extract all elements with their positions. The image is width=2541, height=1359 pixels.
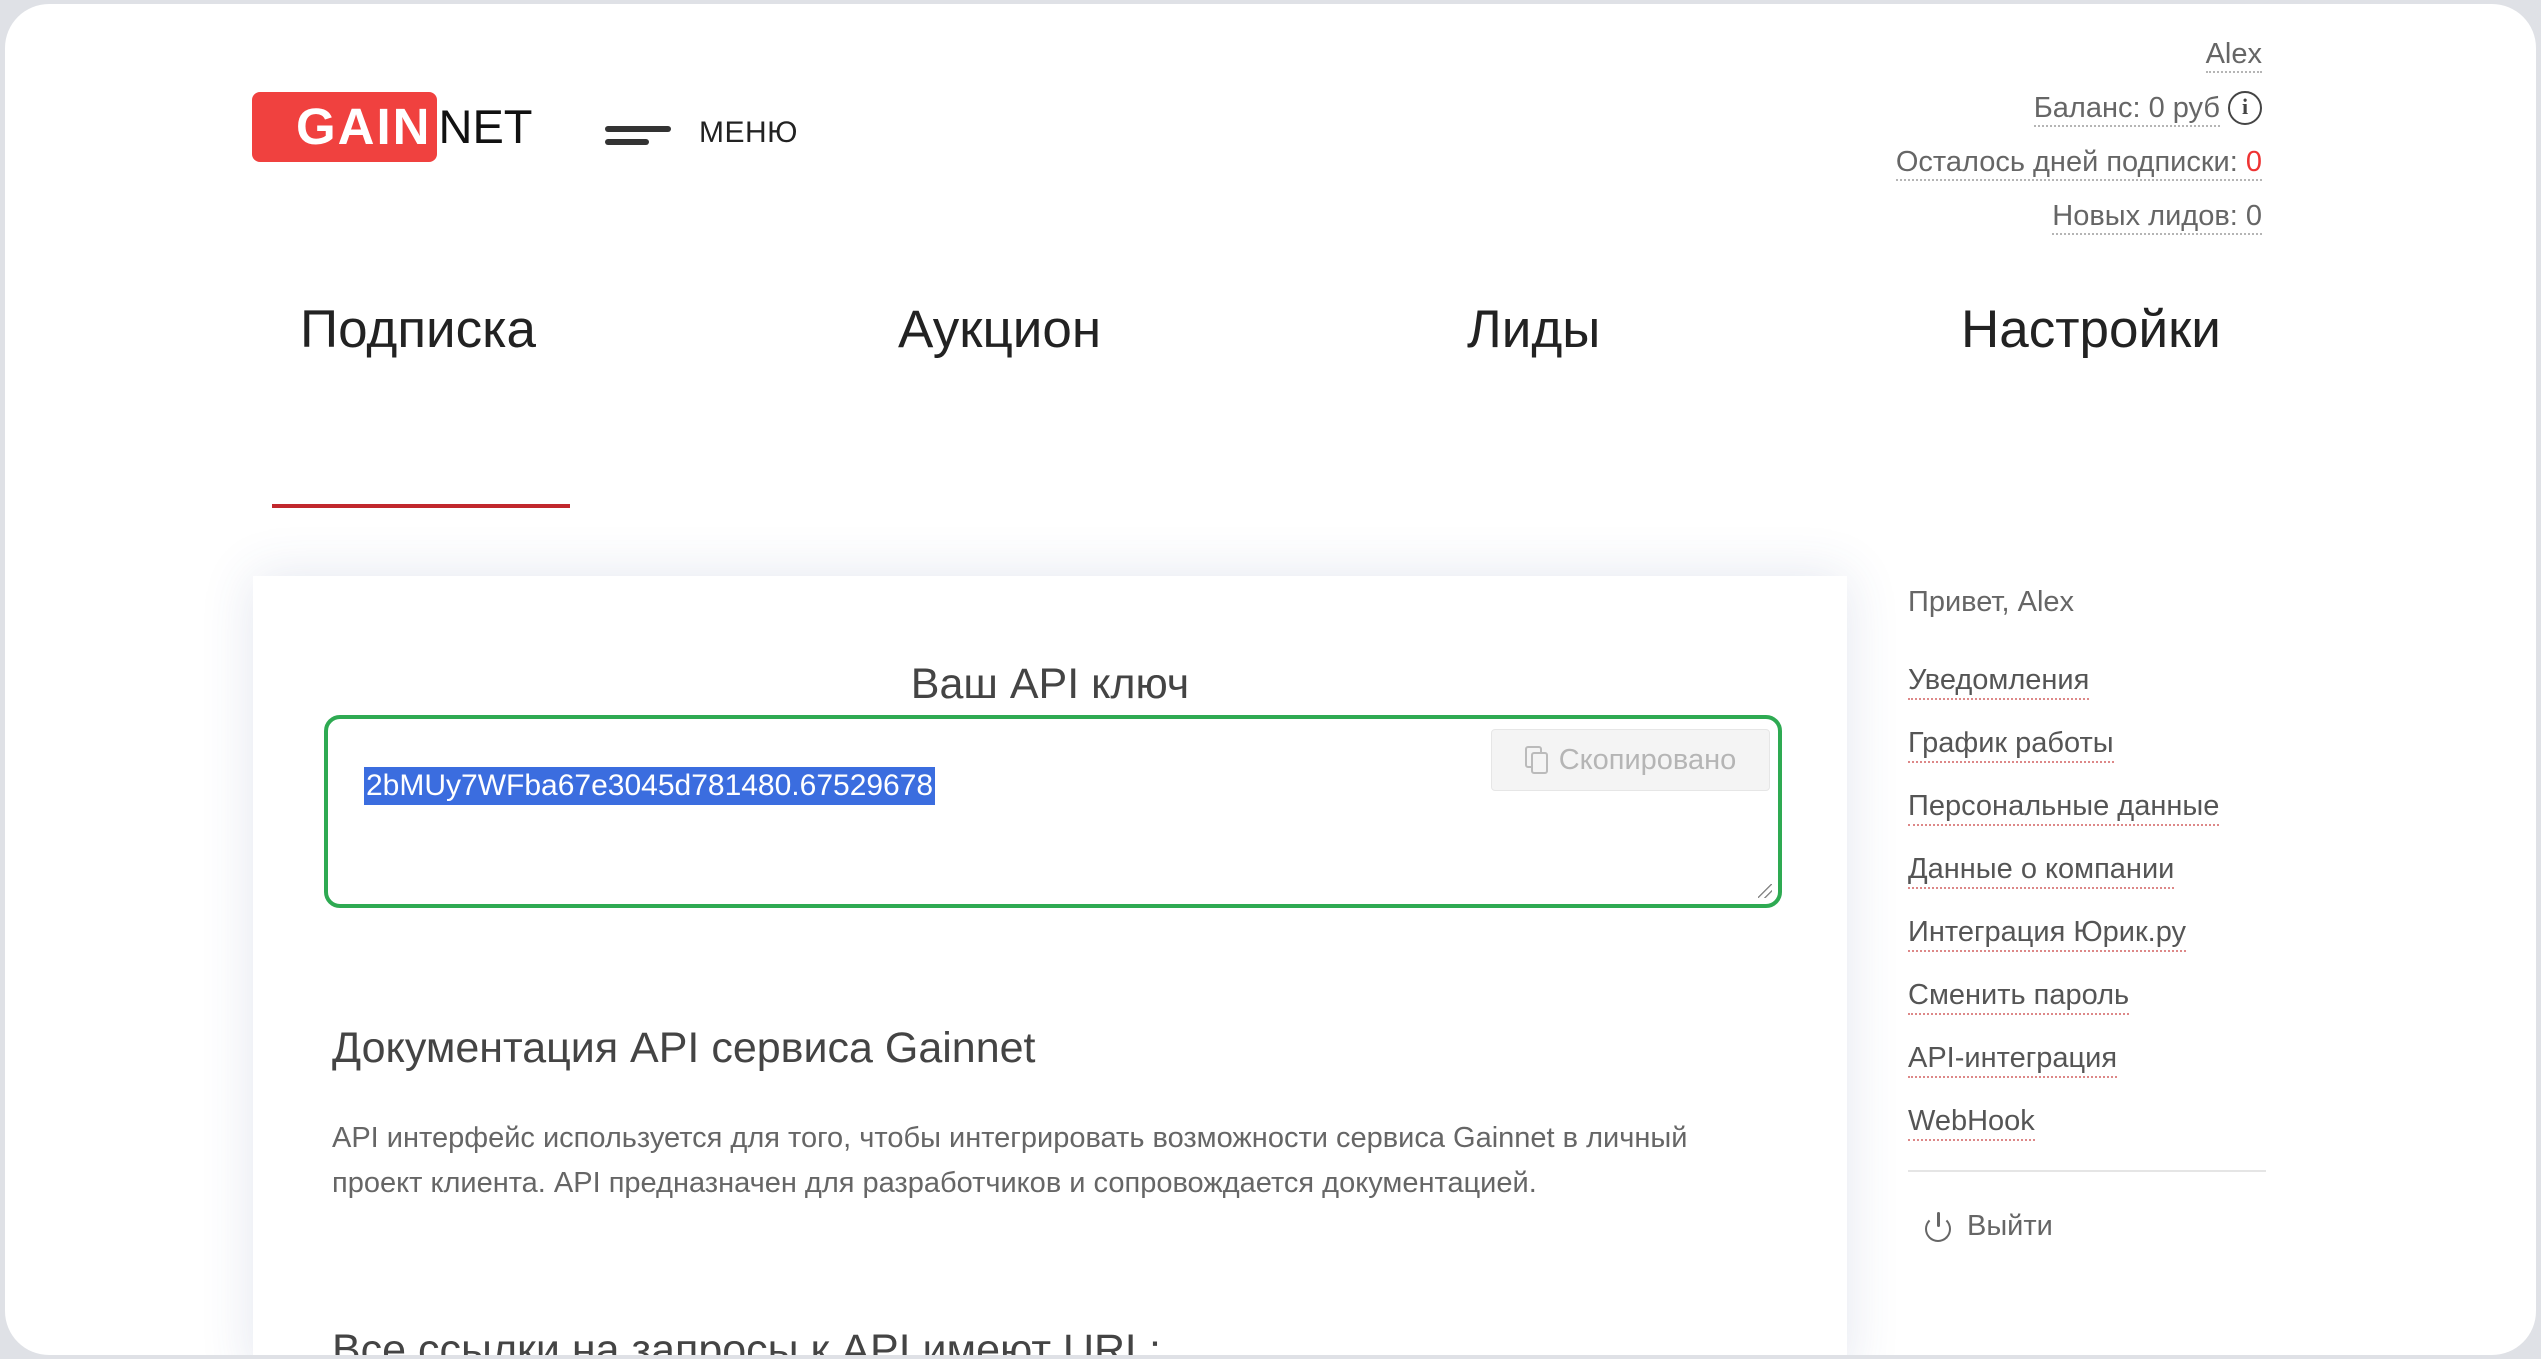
sidebar-item-company-data[interactable]: Данные о компании	[1908, 853, 2266, 916]
api-key-textarea[interactable]: 2bMUy7WFba67e3045d781480.67529678 Скопир…	[324, 715, 1782, 908]
sidebar-item-api-integration[interactable]: API-интеграция	[1908, 1042, 2266, 1105]
doc-title: Документация API сервиса Gainnet	[332, 1024, 1036, 1072]
user-info-panel: Alex Баланс: 0 руб i Осталось дней подпис…	[1895, 32, 2262, 248]
logout-label: Выйти	[1967, 1210, 2053, 1242]
menu-button[interactable]: МЕНЮ	[605, 116, 798, 150]
sidebar-item-webhook[interactable]: WebHook	[1908, 1105, 2266, 1168]
greeting: Привет, Alex	[1908, 586, 2075, 618]
api-key-value[interactable]: 2bMUy7WFba67e3045d781480.67529678	[364, 767, 936, 805]
info-icon[interactable]: i	[2228, 91, 2262, 125]
tab-settings[interactable]: Настройки	[1961, 299, 2221, 360]
sidebar-item-personal-data[interactable]: Персональные данные	[1908, 790, 2266, 853]
copy-icon	[1524, 746, 1549, 774]
main-nav: Подписка Аукцион Лиды Настройки	[5, 299, 2536, 369]
doc-description: API интерфейс используется для того, что…	[332, 1122, 1688, 1199]
sidebar-divider	[1908, 1170, 2266, 1172]
gainnet-logo[interactable]: GAIN NET	[252, 90, 533, 164]
resize-handle[interactable]	[1758, 884, 1772, 898]
api-key-title: Ваш API ключ	[910, 660, 1190, 708]
content-card: Ваш API ключ 2bMUy7WFba67e3045d781480.67…	[253, 576, 1847, 1355]
user-name-link[interactable]: Alex	[2205, 38, 2262, 73]
sidebar-menu: Уведомления График работы Персональные д…	[1908, 664, 2266, 1168]
subscription-days-link[interactable]: Осталось дней подписки: 0	[1895, 146, 2262, 181]
url-heading: Все ссылки на запросы к API имеют URL:	[332, 1326, 1161, 1355]
app-window: GAIN NET МЕНЮ Alex Баланс: 0 руб i Остало…	[5, 4, 2536, 1355]
active-tab-indicator	[272, 504, 570, 508]
copy-button[interactable]: Скопировано	[1491, 729, 1770, 791]
tab-leads[interactable]: Лиды	[1467, 299, 1600, 360]
sidebar-item-schedule[interactable]: График работы	[1908, 727, 2266, 790]
sidebar-item-yurik-integration[interactable]: Интеграция Юрик.ру	[1908, 916, 2266, 979]
copy-button-label: Скопировано	[1558, 743, 1737, 776]
balance-link[interactable]: Баланс: 0 руб	[2033, 92, 2220, 127]
menu-label: МЕНЮ	[699, 116, 798, 149]
logo-text: NET	[438, 100, 533, 153]
subscription-days-value: 0	[2245, 146, 2262, 178]
logo-badge: GAIN	[252, 92, 437, 162]
tab-subscription[interactable]: Подписка	[300, 299, 536, 360]
sidebar-item-notifications[interactable]: Уведомления	[1908, 664, 2266, 727]
subscription-days-label: Осталось дней подписки:	[1895, 146, 2246, 178]
logout-button[interactable]: Выйти	[1908, 1210, 2266, 1243]
tab-auction[interactable]: Аукцион	[898, 299, 1101, 360]
settings-sidebar: Привет, Alex Уведомления График работы П…	[1908, 582, 2266, 1243]
sidebar-item-change-password[interactable]: Сменить пароль	[1908, 979, 2266, 1042]
new-leads-link[interactable]: Новых лидов: 0	[2052, 200, 2262, 235]
hamburger-icon	[605, 121, 671, 145]
power-icon	[1924, 1211, 1954, 1242]
